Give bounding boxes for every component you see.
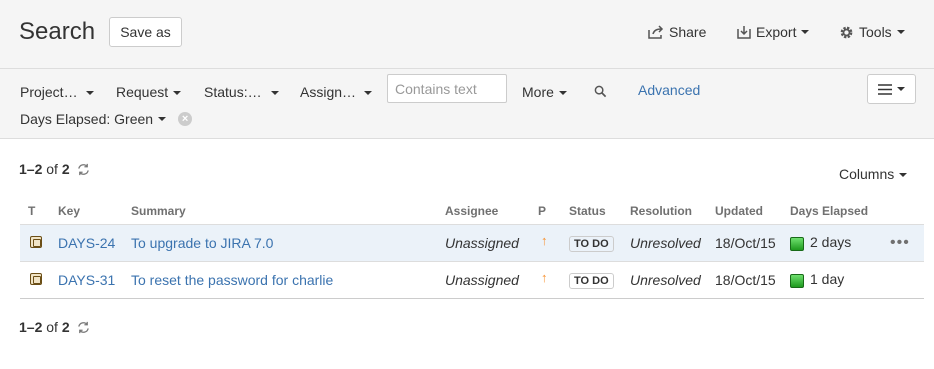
results-count-bottom: 1–2 of 2 (19, 319, 90, 335)
days-elapsed-value: 2 days (810, 234, 852, 251)
status-filter[interactable]: Status:… (204, 82, 279, 102)
green-status-icon (790, 236, 804, 251)
days-elapsed-filter-label: Days Elapsed: Green (20, 111, 154, 127)
more-actions-icon[interactable]: ••• (890, 234, 910, 251)
chevron-down-icon (558, 91, 567, 96)
chevron-down-icon (897, 87, 905, 91)
filter-bar: Project… Request Status:… Assign… More A… (0, 68, 934, 139)
export-button[interactable]: Export (737, 22, 810, 42)
priority-up-icon: ↑ (541, 269, 548, 285)
priority-up-icon: ↑ (541, 232, 548, 248)
save-as-button[interactable]: Save as (109, 17, 182, 47)
col-header-key[interactable]: Key (58, 199, 131, 224)
updated-value: 18/Oct/15 (715, 271, 776, 288)
chevron-down-icon (364, 91, 373, 96)
share-label: Share (669, 24, 707, 40)
chevron-down-icon (173, 91, 182, 96)
contains-text-input[interactable] (387, 74, 507, 103)
green-status-icon (790, 273, 804, 288)
table-header: T Key Summary Assignee P Status Resoluti… (20, 199, 924, 224)
table-row[interactable]: DAYS-31 To reset the password for charli… (20, 261, 924, 298)
count-range: 1–2 (19, 319, 43, 335)
col-header-assignee[interactable]: Assignee (445, 199, 538, 224)
more-filter[interactable]: More (522, 82, 567, 102)
count-range: 1–2 (19, 161, 43, 177)
assignee-filter[interactable]: Assign… (300, 82, 373, 102)
issue-key-link[interactable]: DAYS-31 (58, 272, 115, 288)
count-total: 2 (61, 161, 70, 177)
count-of: of (46, 161, 58, 177)
more-filter-label: More (522, 84, 554, 100)
share-button[interactable]: Share (648, 22, 706, 42)
assignee-value: Unassigned (445, 234, 519, 251)
advanced-link[interactable]: Advanced (638, 82, 700, 98)
col-header-type[interactable]: T (20, 199, 58, 224)
task-type-icon (30, 235, 42, 248)
refresh-icon[interactable] (77, 321, 90, 334)
project-filter[interactable]: Project… (20, 82, 94, 102)
share-icon (648, 25, 664, 39)
project-filter-label: Project… (20, 84, 78, 100)
export-icon (737, 26, 751, 39)
search-button[interactable] (594, 83, 607, 103)
assignee-filter-label: Assign… (300, 84, 357, 100)
days-elapsed-filter[interactable]: Days Elapsed: Green × (20, 111, 193, 127)
chevron-down-icon (270, 91, 279, 96)
table-row[interactable]: DAYS-24 To upgrade to JIRA 7.0 Unassigne… (20, 224, 924, 261)
gear-icon (840, 26, 853, 38)
search-icon (594, 85, 607, 98)
col-header-summary[interactable]: Summary (131, 199, 445, 224)
columns-label: Columns (839, 166, 895, 182)
refresh-icon[interactable] (77, 163, 90, 176)
page-header: Search Save as Share Export Tools (0, 0, 934, 68)
col-header-status[interactable]: Status (569, 199, 630, 224)
count-of: of (46, 319, 58, 335)
layout-switcher-button[interactable] (867, 74, 916, 104)
page-title: Search (19, 18, 96, 45)
resolution-value: Unresolved (630, 271, 701, 288)
chevron-down-icon (801, 30, 810, 34)
issue-key-link[interactable]: DAYS-24 (58, 235, 115, 251)
task-type-icon (30, 272, 42, 285)
col-header-priority[interactable]: P (538, 199, 569, 224)
tools-label: Tools (859, 24, 892, 40)
request-filter[interactable]: Request (116, 82, 182, 102)
chevron-down-icon (158, 117, 167, 121)
issue-table: T Key Summary Assignee P Status Resoluti… (20, 199, 924, 299)
export-label: Export (756, 24, 797, 40)
results-count-top: 1–2 of 2 (19, 161, 90, 177)
col-header-resolution[interactable]: Resolution (630, 199, 715, 224)
issue-summary-link[interactable]: To reset the password for charlie (131, 272, 333, 288)
days-elapsed-value: 1 day (810, 271, 845, 288)
status-filter-label: Status:… (204, 84, 262, 100)
assignee-value: Unassigned (445, 271, 519, 288)
list-layout-icon (878, 83, 892, 95)
chevron-down-icon (899, 173, 908, 178)
count-total: 2 (61, 319, 70, 335)
col-header-updated[interactable]: Updated (715, 199, 790, 224)
status-badge: TO DO (569, 272, 614, 289)
tools-button[interactable]: Tools (839, 22, 905, 42)
request-filter-label: Request (116, 84, 169, 100)
resolution-value: Unresolved (630, 234, 701, 251)
col-header-days-elapsed[interactable]: Days Elapsed (790, 199, 890, 224)
chevron-down-icon (85, 91, 94, 96)
columns-button[interactable]: Columns (839, 166, 908, 182)
updated-value: 18/Oct/15 (715, 234, 776, 251)
issue-summary-link[interactable]: To upgrade to JIRA 7.0 (131, 235, 273, 251)
status-badge: TO DO (569, 235, 614, 252)
clear-filter-icon[interactable]: × (178, 112, 193, 126)
chevron-down-icon (896, 30, 905, 34)
